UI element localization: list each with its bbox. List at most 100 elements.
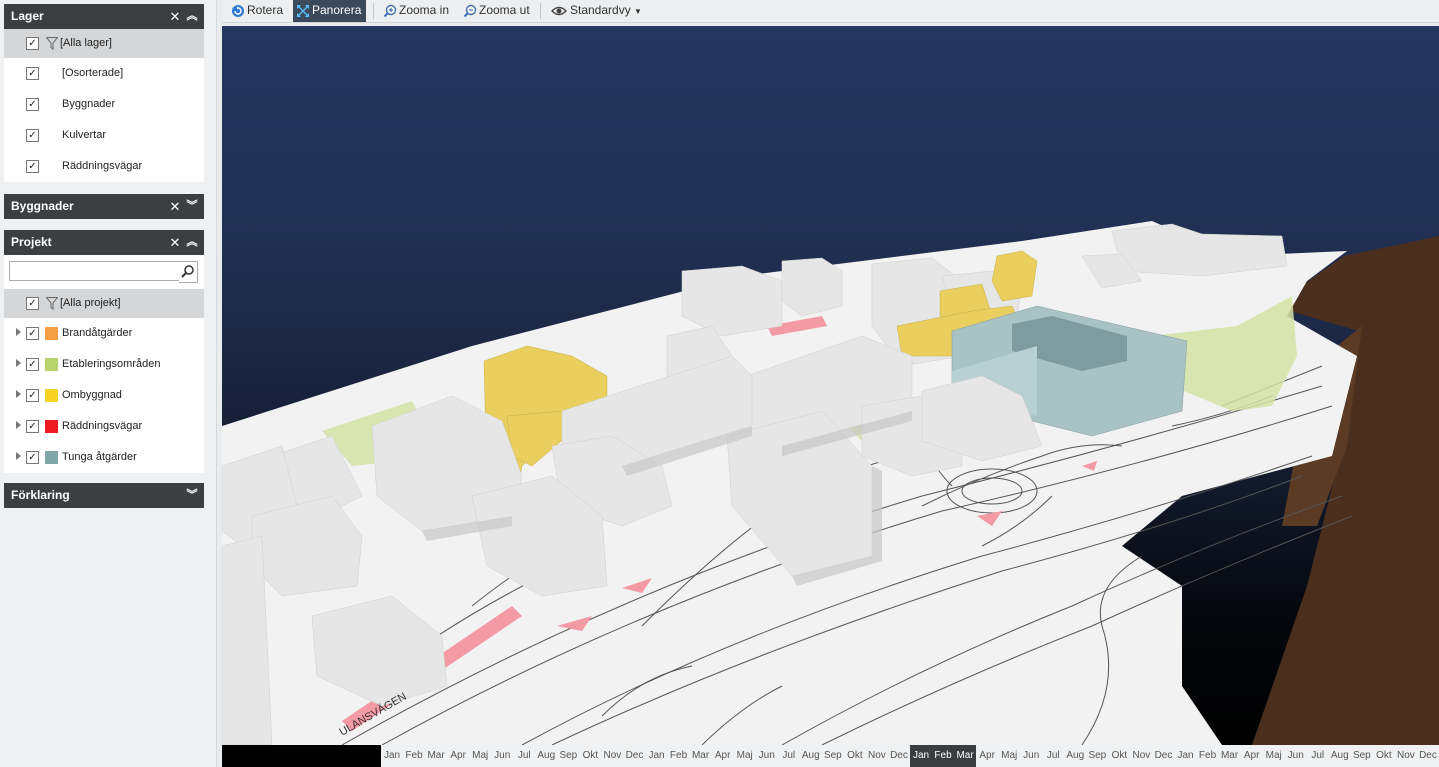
pan-button[interactable]: Panorera	[293, 0, 367, 22]
timeline-month[interactable]: Maj	[1263, 745, 1285, 767]
timeline-month[interactable]: Jul	[778, 745, 800, 767]
timeline-month[interactable]: Jun	[756, 745, 778, 767]
projekt-item[interactable]: ✓ Brandåtgärder	[4, 318, 204, 349]
expand-down-icon[interactable]: ︾	[185, 483, 199, 508]
projekt-item-checkbox[interactable]: ✓	[26, 358, 39, 371]
timeline-month[interactable]: Jul	[513, 745, 535, 767]
timeline-month[interactable]: Jun	[1285, 745, 1307, 767]
timeline-month[interactable]: Jan	[910, 745, 933, 767]
timeline-month[interactable]: Apr	[976, 745, 998, 767]
timeline-month[interactable]: Okt	[844, 745, 866, 767]
timeline-month[interactable]: Jul	[1042, 745, 1064, 767]
expand-arrow-icon[interactable]	[16, 390, 21, 398]
timeline-month[interactable]: Sep	[1351, 745, 1373, 767]
lager-item[interactable]: ✓ Byggnader	[4, 89, 204, 120]
lager-item-checkbox[interactable]: ✓	[26, 98, 39, 111]
timeline-month[interactable]: Maj	[734, 745, 756, 767]
close-icon[interactable]: ✕	[168, 4, 182, 29]
byggnader-panel: Byggnader ✕ ︾	[4, 194, 204, 219]
timeline-month[interactable]: Feb	[932, 745, 955, 767]
sidebar: Lager ✕ ︽ ✓ [Alla lager] ✓ [Osorterade] ✓ B…	[0, 0, 217, 767]
collapse-up-icon[interactable]: ︽	[185, 230, 199, 255]
timeline-month[interactable]: Okt	[579, 745, 601, 767]
timeline-month[interactable]: Jun	[491, 745, 513, 767]
lager-item-checkbox[interactable]: ✓	[26, 67, 39, 80]
timeline-month[interactable]: Feb	[668, 745, 690, 767]
lager-item[interactable]: ✓ [Osorterade]	[4, 58, 204, 89]
timeline-month[interactable]: Okt	[1108, 745, 1130, 767]
timeline-month[interactable]: Dec	[888, 745, 910, 767]
projekt-item-checkbox[interactable]: ✓	[26, 327, 39, 340]
zoom-in-button[interactable]: Zooma in	[380, 0, 454, 22]
timeline-month[interactable]: Jun	[1020, 745, 1042, 767]
lager-all-checkbox[interactable]: ✓	[26, 37, 39, 50]
projekt-item[interactable]: ✓ Etableringsområden	[4, 349, 204, 380]
timeline-month[interactable]: Mar	[954, 745, 977, 767]
collapse-up-icon[interactable]: ︽	[185, 4, 199, 29]
lager-item[interactable]: ✓ Kulvertar	[4, 120, 204, 151]
timeline-month[interactable]: Aug	[1064, 745, 1086, 767]
expand-arrow-icon[interactable]	[16, 421, 21, 429]
timeline-month[interactable]: Aug	[1329, 745, 1351, 767]
timeline-month[interactable]: Nov	[1130, 745, 1152, 767]
timeline-month[interactable]: Feb	[403, 745, 425, 767]
projekt-all-row[interactable]: ✓ [Alla projekt]	[4, 289, 204, 318]
lager-panel-header[interactable]: Lager ✕ ︽	[4, 4, 204, 29]
projekt-all-checkbox[interactable]: ✓	[26, 297, 39, 310]
timeline-month[interactable]: Jan	[1175, 745, 1197, 767]
lager-all-row[interactable]: ✓ [Alla lager]	[4, 29, 204, 58]
byggnader-panel-header[interactable]: Byggnader ✕ ︾	[4, 194, 204, 219]
projekt-panel-header[interactable]: Projekt ✕ ︽	[4, 230, 204, 255]
timeline-month[interactable]: Mar	[1219, 745, 1241, 767]
timeline-month[interactable]: Jul	[1307, 745, 1329, 767]
projekt-item[interactable]: ✓ Räddningsvägar	[4, 411, 204, 442]
timeline-month[interactable]: Maj	[998, 745, 1020, 767]
timeline-month[interactable]: Jan	[381, 745, 403, 767]
timeline-month[interactable]: Dec	[623, 745, 645, 767]
lager-item[interactable]: ✓ Räddningsvägar	[4, 151, 204, 182]
rotate-button[interactable]: Rotera	[228, 0, 288, 22]
lager-item-checkbox[interactable]: ✓	[26, 160, 39, 173]
projekt-search-input[interactable]	[9, 261, 183, 281]
search-button[interactable]	[179, 261, 198, 283]
expand-arrow-icon[interactable]	[16, 359, 21, 367]
timeline-month[interactable]: Maj	[469, 745, 491, 767]
timeline-month[interactable]: Apr	[447, 745, 469, 767]
lager-panel: Lager ✕ ︽ ✓ [Alla lager] ✓ [Osorterade] ✓ B…	[4, 4, 204, 182]
timeline-month[interactable]: Sep	[822, 745, 844, 767]
expand-down-icon[interactable]: ︾	[185, 194, 199, 219]
timeline-month[interactable]: Apr	[1241, 745, 1263, 767]
projekt-item-checkbox[interactable]: ✓	[26, 451, 39, 464]
city-3d-scene[interactable]: ULANSVÄGEN	[222, 26, 1439, 745]
timeline-month[interactable]: Mar	[425, 745, 447, 767]
expand-arrow-icon[interactable]	[16, 328, 21, 336]
view-dropdown[interactable]: Standardvy ▼	[548, 0, 647, 22]
timeline-month[interactable]: Nov	[601, 745, 623, 767]
timeline-month[interactable]: Dec	[1152, 745, 1174, 767]
expand-arrow-icon[interactable]	[16, 452, 21, 460]
timeline-month[interactable]: Mar	[690, 745, 712, 767]
timeline-month[interactable]: Aug	[800, 745, 822, 767]
close-icon[interactable]: ✕	[168, 230, 182, 255]
projekt-item-checkbox[interactable]: ✓	[26, 420, 39, 433]
view-label: Standardvy	[570, 3, 631, 17]
forklaring-panel-header[interactable]: Förklaring ︾	[4, 483, 204, 508]
timeline-month[interactable]: Feb	[1197, 745, 1219, 767]
timeline-month[interactable]: Jan	[646, 745, 668, 767]
projekt-item[interactable]: ✓ Ombyggnad	[4, 380, 204, 411]
timeline-month[interactable]: Aug	[535, 745, 557, 767]
lager-item-checkbox[interactable]: ✓	[26, 129, 39, 142]
timeline-month[interactable]: Nov	[1395, 745, 1417, 767]
zoom-out-button[interactable]: Zooma ut	[460, 0, 535, 22]
timeline-month[interactable]: Nov	[866, 745, 888, 767]
map-3d-viewport[interactable]: ULANSVÄGEN	[222, 26, 1439, 745]
timeline-month[interactable]: Sep	[1086, 745, 1108, 767]
close-icon[interactable]: ✕	[168, 194, 182, 219]
timeline-month[interactable]: Okt	[1373, 745, 1395, 767]
projekt-item-checkbox[interactable]: ✓	[26, 389, 39, 402]
byggnader-panel-title: Byggnader	[11, 199, 74, 213]
timeline-month[interactable]: Apr	[712, 745, 734, 767]
timeline-month[interactable]: Sep	[557, 745, 579, 767]
timeline-month[interactable]: Dec	[1417, 745, 1439, 767]
projekt-item[interactable]: ✓ Tunga åtgärder	[4, 442, 204, 473]
